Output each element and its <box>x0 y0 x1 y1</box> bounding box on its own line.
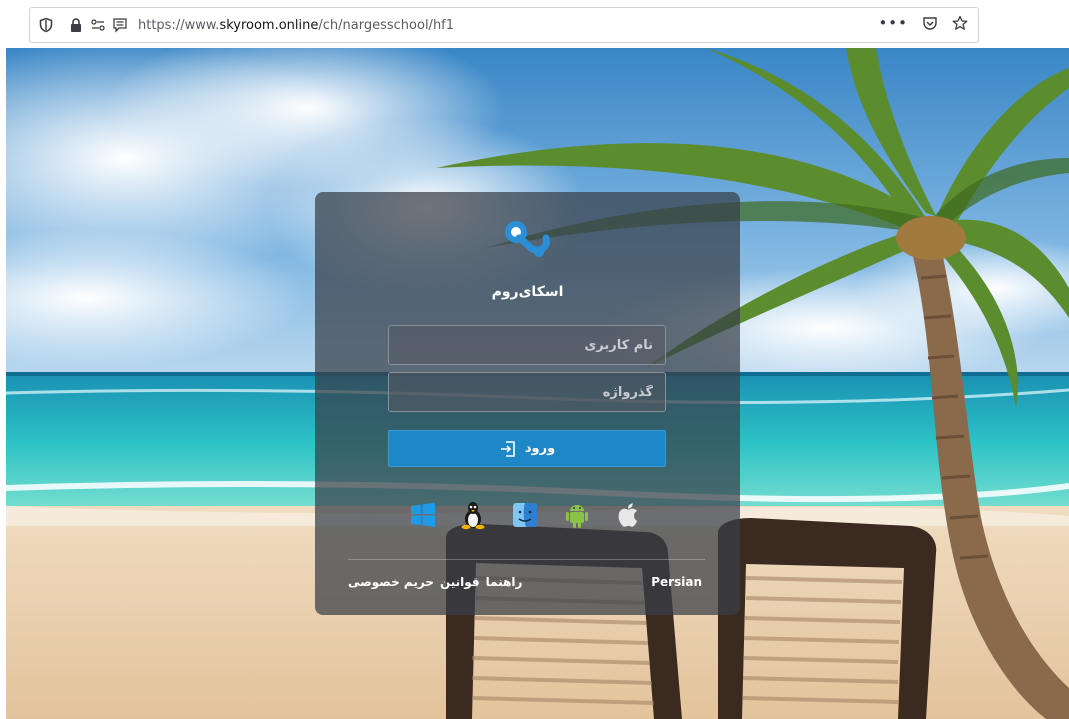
reader-mode-icon[interactable] <box>112 17 128 33</box>
sign-in-icon <box>500 440 515 457</box>
language-selector[interactable]: Persian <box>651 575 702 589</box>
footer-links: راهنما قوانین حریم خصوصی <box>348 575 522 589</box>
shield-icon[interactable] <box>38 17 54 33</box>
brand-name: اسکای‌روم <box>491 284 564 300</box>
lock-icon[interactable] <box>68 17 84 33</box>
password-input[interactable] <box>388 372 666 412</box>
page-viewport: اسکای‌روم ورود راهنما <box>6 48 1069 719</box>
browser-toolbar: https://www.skyroom.online/ch/nargesscho… <box>0 0 1069 48</box>
address-bar-actions: ••• <box>878 15 968 31</box>
bookmark-star-icon[interactable] <box>952 15 968 31</box>
login-panel: اسکای‌روم ورود راهنما <box>315 192 740 615</box>
footer-divider <box>348 559 705 560</box>
rules-link[interactable]: قوانین <box>440 575 480 589</box>
url-host: skyroom.online <box>219 17 319 33</box>
apple-icon[interactable] <box>613 498 645 532</box>
platform-downloads <box>407 498 647 532</box>
username-input[interactable] <box>388 325 666 365</box>
linux-icon[interactable] <box>457 498 489 532</box>
login-button-label: ورود <box>524 441 556 456</box>
url-prefix: https://www. <box>138 17 220 33</box>
windows-icon[interactable] <box>407 498 439 532</box>
url-text[interactable]: https://www.skyroom.online/ch/nargesscho… <box>138 18 454 33</box>
url-path: /ch/nargesschool/hf1 <box>318 17 455 33</box>
more-actions-icon[interactable]: ••• <box>878 15 908 31</box>
privacy-link[interactable]: حریم خصوصی <box>348 575 434 589</box>
guide-link[interactable]: راهنما <box>486 575 523 589</box>
pocket-icon[interactable] <box>922 15 938 31</box>
android-icon[interactable] <box>561 498 593 532</box>
permissions-icon[interactable] <box>90 17 106 33</box>
login-button[interactable]: ورود <box>388 430 666 467</box>
mac-finder-icon[interactable] <box>509 498 541 532</box>
address-bar[interactable]: https://www.skyroom.online/ch/nargesscho… <box>29 7 979 43</box>
skyroom-logo <box>505 221 550 257</box>
